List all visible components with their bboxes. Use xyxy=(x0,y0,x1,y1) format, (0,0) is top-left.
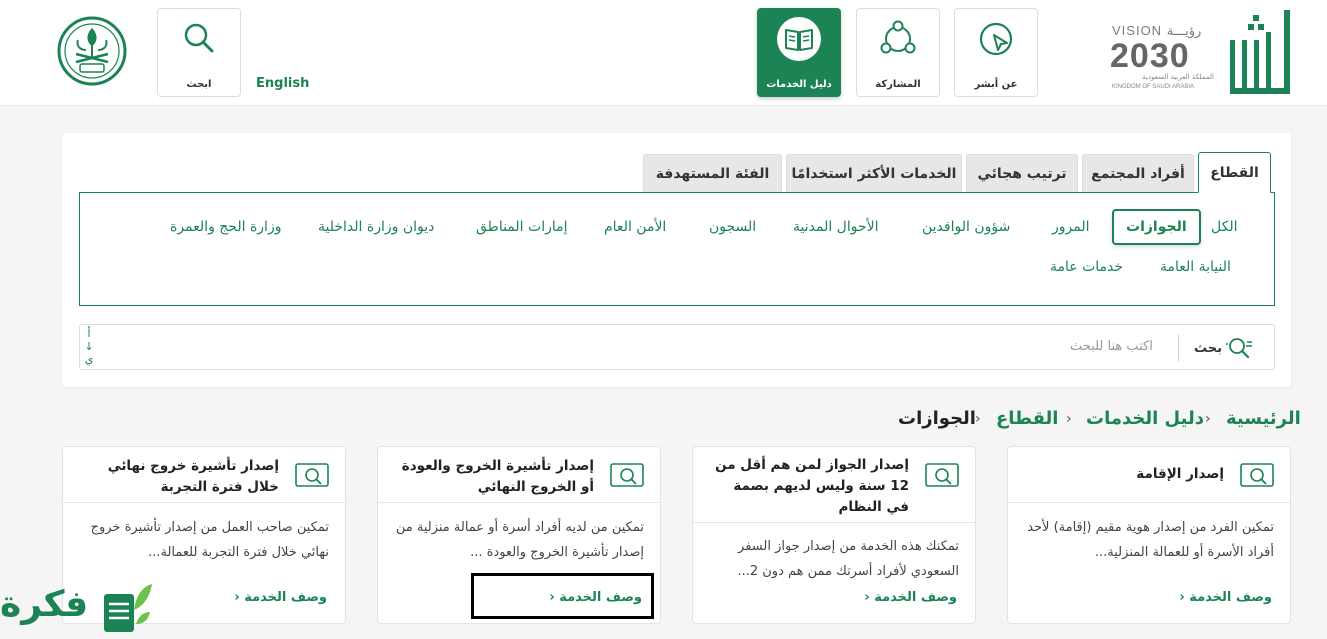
card-title: إصدار تأشيرة الخروج والعودة أو الخروج ال… xyxy=(401,458,594,495)
service-search-icon xyxy=(1240,463,1274,487)
vision-country-ar: المملكة العربية السعودية xyxy=(1142,73,1214,81)
breadcrumb-separator-icon: › xyxy=(1066,411,1072,427)
sector-general-services[interactable]: خدمات عامة xyxy=(1050,259,1123,275)
header-search-button[interactable]: ابحث xyxy=(157,8,241,97)
card-title: إصدار الجواز لمن هم أقل من 12 سنة وليس ل… xyxy=(715,457,909,515)
service-description-link[interactable]: وصف الخدمة ‹ xyxy=(234,590,327,605)
sector-hajj-umrah[interactable]: وزارة الحج والعمرة xyxy=(170,219,281,235)
vision-2030-logo: VISION رؤيـــة 2030 المملكة العربية السع… xyxy=(1110,20,1220,96)
sector-passports[interactable]: الجوازات xyxy=(1112,209,1201,245)
pointer-icon xyxy=(979,22,1013,56)
breadcrumb-sector[interactable]: القطاع xyxy=(996,408,1058,429)
service-card[interactable]: إصدار تأشيرة الخروج والعودة أو الخروج ال… xyxy=(377,446,661,624)
tab-community-members[interactable]: أفراد المجتمع xyxy=(1082,154,1194,192)
tab-most-used[interactable]: الخدمات الأكثر استخدامًا xyxy=(786,154,962,192)
vision-year: 2030 xyxy=(1110,37,1190,75)
card-description: تمكين من لديه أفراد أسرة أو عمالة منزلية… xyxy=(395,520,644,560)
site-header: VISION رؤيـــة 2030 المملكة العربية السع… xyxy=(0,0,1327,106)
breadcrumb-current: الجوازات xyxy=(898,408,976,429)
tab-sector[interactable]: القطاع xyxy=(1198,152,1271,193)
search-label: بحث xyxy=(1194,341,1223,356)
nav-about-button[interactable]: عن أبشر xyxy=(954,8,1038,97)
search-input[interactable]: اكتب هنا للبحث xyxy=(1070,339,1153,354)
tab-alphabetical[interactable]: ترتيب هجائي xyxy=(966,154,1078,192)
sector-public-security[interactable]: الأمن العام xyxy=(604,219,666,235)
card-title: إصدار تأشيرة خروج نهائي خلال فترة التجرب… xyxy=(107,458,279,495)
language-switch-link[interactable]: English xyxy=(256,76,309,91)
service-card[interactable]: إصدار الإقامة تمكين الفرد من إصدار هوية … xyxy=(1007,446,1291,624)
service-description-link[interactable]: وصف الخدمة ‹ xyxy=(864,590,957,605)
vision-country-en: KINGDOM OF SAUDI ARABIA xyxy=(1112,84,1195,90)
sector-all[interactable]: الكل xyxy=(1211,219,1238,235)
tab-target-group[interactable]: الفئة المستهدفة xyxy=(643,154,782,192)
sector-list: الكل الجوازات المرور شؤون الوافدين الأحو… xyxy=(79,192,1275,306)
header-search-label: ابحث xyxy=(186,79,212,90)
service-description-link[interactable]: وصف الخدمة ‹ xyxy=(549,590,642,605)
absher-logo[interactable] xyxy=(1226,10,1292,98)
sector-region-emirates[interactable]: إمارات المناطق xyxy=(476,219,568,235)
search-icon[interactable] xyxy=(1226,336,1254,360)
sector-moi-diwan[interactable]: ديوان وزارة الداخلية xyxy=(318,219,434,235)
service-description-link[interactable]: وصف الخدمة ‹ xyxy=(1179,590,1272,605)
ministry-emblem-logo xyxy=(56,16,128,86)
book-icon xyxy=(785,29,813,51)
nav-services-guide-button[interactable]: دليل الخدمات xyxy=(757,8,841,97)
sector-expatriate-affairs[interactable]: شؤون الوافدين xyxy=(922,219,1010,235)
breadcrumb-services-guide[interactable]: دليل الخدمات xyxy=(1086,408,1204,429)
card-description: تمكين صاحب العمل من إصدار تأشيرة خروج نه… xyxy=(90,520,329,560)
service-search-icon xyxy=(295,463,329,487)
nav-services-guide-label: دليل الخدمات xyxy=(766,79,832,90)
nav-participation-button[interactable]: المشاركة xyxy=(856,8,940,97)
card-description: تمكنك هذه الخدمة من إصدار جواز السفر الس… xyxy=(737,539,959,579)
service-search-icon xyxy=(925,463,959,487)
service-search-icon xyxy=(610,463,644,487)
alphabet-sort-toggle[interactable]: أ ↓ ي xyxy=(83,327,95,366)
sector-public-prosecution[interactable]: النيابة العامة xyxy=(1160,259,1231,275)
service-card[interactable]: إصدار الجواز لمن هم أقل من 12 سنة وليس ل… xyxy=(692,446,976,624)
service-search-bar: أ ↓ ي اكتب هنا للبحث بحث xyxy=(79,324,1275,370)
watermark-text: فكرة xyxy=(0,584,89,625)
sector-prisons[interactable]: السجون xyxy=(709,219,756,235)
search-icon xyxy=(184,23,214,53)
breadcrumb-home[interactable]: الرئيسية xyxy=(1226,408,1301,429)
breadcrumb-separator-icon: › xyxy=(1205,411,1211,427)
search-divider xyxy=(1178,335,1179,361)
share-network-icon xyxy=(880,20,916,54)
sector-traffic[interactable]: المرور xyxy=(1052,219,1090,235)
card-title: إصدار الإقامة xyxy=(1136,466,1224,482)
sector-civil-affairs[interactable]: الأحوال المدنية xyxy=(793,219,879,235)
nav-participation-label: المشاركة xyxy=(875,79,921,90)
nav-about-label: عن أبشر xyxy=(974,79,1018,90)
book-leaf-icon xyxy=(104,584,152,632)
fikra-watermark-logo: فكرة xyxy=(0,580,160,639)
card-description: تمكين الفرد من إصدار هوية مقيم (إقامة) ل… xyxy=(1027,520,1274,560)
